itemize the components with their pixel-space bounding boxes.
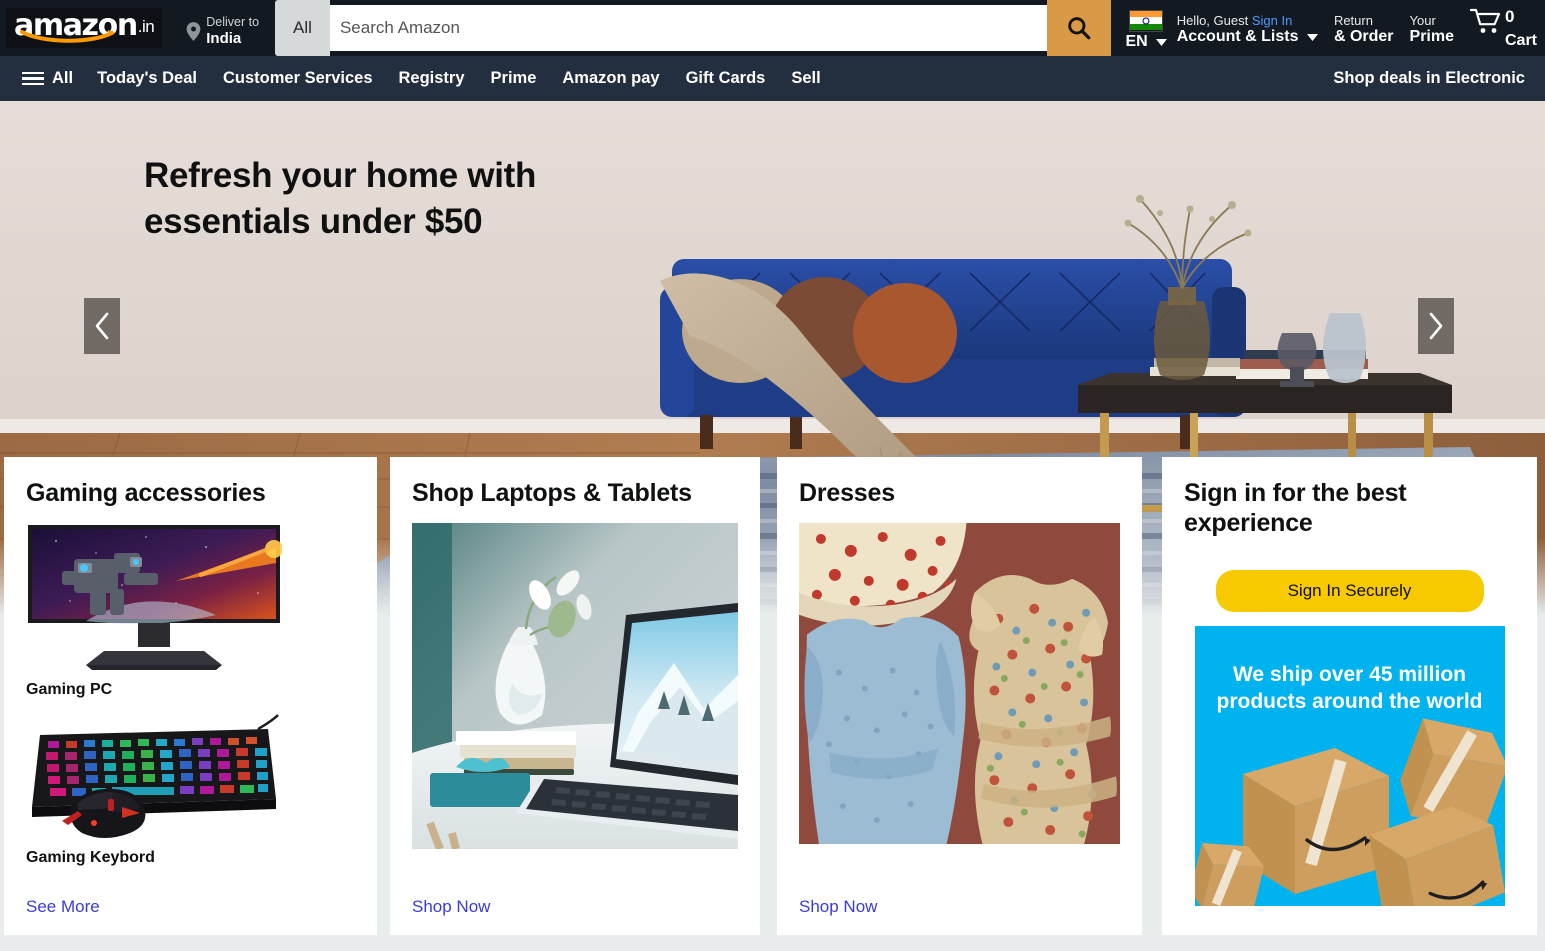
top-header-bar: amazon .in Deliver to India All Search A… xyxy=(0,0,1545,56)
dresses-image xyxy=(799,522,1120,844)
nav-item-amazon-pay[interactable]: Amazon pay xyxy=(562,69,659,88)
shopping-cart-icon xyxy=(1469,9,1501,34)
category-card-row: Gaming accessories Gaming PC Gaming Keyb… xyxy=(0,457,1545,935)
gaming-pc-label: Gaming PC xyxy=(26,680,113,698)
cart-item-count: 0 xyxy=(1504,7,1515,27)
hero-headline: Refresh your home with essentials under … xyxy=(144,156,537,242)
gaming-pc-thumbnail[interactable] xyxy=(26,523,282,673)
account-greeting: Hello, Guest xyxy=(1176,12,1252,28)
search-category-dropdown[interactable]: All xyxy=(275,0,330,56)
nav-item-sell[interactable]: Sell xyxy=(791,69,820,88)
language-code: EN xyxy=(1125,32,1148,50)
shipping-promo-banner[interactable]: We ship over 45 million products around … xyxy=(1194,626,1505,906)
gaming-keyboard-image xyxy=(32,713,279,838)
sign-in-link[interactable]: Sign In xyxy=(1252,13,1292,28)
shop-now-link[interactable]: Shop Now xyxy=(412,897,738,917)
cart-button[interactable]: 0 Cart xyxy=(1469,7,1537,50)
card-dresses[interactable]: Dresses Shop Now xyxy=(777,457,1142,935)
nav-item-prime[interactable]: Prime xyxy=(491,69,537,88)
language-selector[interactable]: EN xyxy=(1125,9,1167,51)
cart-label: Cart xyxy=(1504,32,1537,50)
card-title: Gaming accessories xyxy=(26,479,266,507)
deliver-to-label: Deliver to xyxy=(206,14,260,29)
nav-promo-shop-deals[interactable]: Shop deals in Electronic xyxy=(1333,69,1525,88)
nav-item-customer-services[interactable]: Customer Services xyxy=(223,69,373,88)
search-bar: All xyxy=(275,0,1112,56)
laptops-thumbnail[interactable] xyxy=(412,522,738,849)
card-title: Shop Laptops & Tablets xyxy=(412,479,692,507)
account-and-lists-link[interactable]: Hello, Guest Sign In Account & Lists xyxy=(1177,13,1318,47)
hamburger-menu-icon xyxy=(22,71,44,86)
chevron-down-icon xyxy=(1155,33,1167,51)
logo-tld: .in xyxy=(137,16,155,36)
india-flag-icon xyxy=(1129,9,1164,32)
gaming-monitor-image xyxy=(28,524,282,670)
dresses-thumbnail[interactable] xyxy=(799,522,1120,844)
your-label: Your xyxy=(1409,12,1436,28)
laptop-desk-image xyxy=(412,522,738,849)
search-submit-button[interactable] xyxy=(1047,0,1112,56)
returns-label: Return xyxy=(1333,12,1373,28)
search-icon xyxy=(1068,17,1091,40)
nav-item-gift-cards[interactable]: Gift Cards xyxy=(686,69,766,88)
chevron-left-icon xyxy=(95,312,109,340)
deliver-to-selector[interactable]: Deliver to India xyxy=(186,15,259,47)
chevron-down-icon xyxy=(1306,28,1318,47)
carousel-next-button[interactable] xyxy=(1418,298,1454,354)
gaming-keyboard-label: Gaming Keybord xyxy=(26,848,155,866)
account-and-lists-label: Account & Lists xyxy=(1176,28,1299,46)
sign-in-securely-button[interactable]: Sign In Securely xyxy=(1215,570,1484,612)
shop-now-link[interactable]: Shop Now xyxy=(799,897,1120,917)
location-pin-icon xyxy=(186,21,201,41)
prime-label: Prime xyxy=(1409,28,1454,46)
deliver-to-country: India xyxy=(206,29,242,47)
see-more-link[interactable]: See More xyxy=(26,897,355,917)
gaming-keyboard-thumbnail[interactable] xyxy=(26,711,282,841)
nav-item-todays-deal[interactable]: Today's Deal xyxy=(97,69,197,88)
carousel-prev-button[interactable] xyxy=(84,298,120,354)
main-navigation-bar: All Today's Deal Customer Services Regis… xyxy=(0,56,1545,101)
returns-and-orders-link[interactable]: Return & Order xyxy=(1334,13,1394,47)
card-laptops-tablets[interactable]: Shop Laptops & Tablets Shop Now xyxy=(390,457,760,935)
card-sign-in: Sign in for the best experience Sign In … xyxy=(1162,457,1537,935)
nav-all-menu-button[interactable]: All xyxy=(22,69,73,88)
chevron-right-icon xyxy=(1429,312,1443,340)
nav-all-label: All xyxy=(52,69,74,87)
amazon-smile-icon xyxy=(20,29,120,43)
search-input[interactable] xyxy=(329,5,1048,51)
card-title: Sign in for the best experience xyxy=(1184,479,1407,537)
card-title: Dresses xyxy=(799,479,895,507)
card-gaming-accessories[interactable]: Gaming accessories Gaming PC Gaming Keyb… xyxy=(4,457,377,935)
orders-label: & Order xyxy=(1333,28,1394,46)
nav-item-registry[interactable]: Registry xyxy=(399,69,465,88)
shipping-promo-text: We ship over 45 million products around … xyxy=(1216,663,1483,713)
your-prime-link[interactable]: Your Prime xyxy=(1410,13,1454,47)
amazon-logo[interactable]: amazon .in xyxy=(6,8,163,48)
